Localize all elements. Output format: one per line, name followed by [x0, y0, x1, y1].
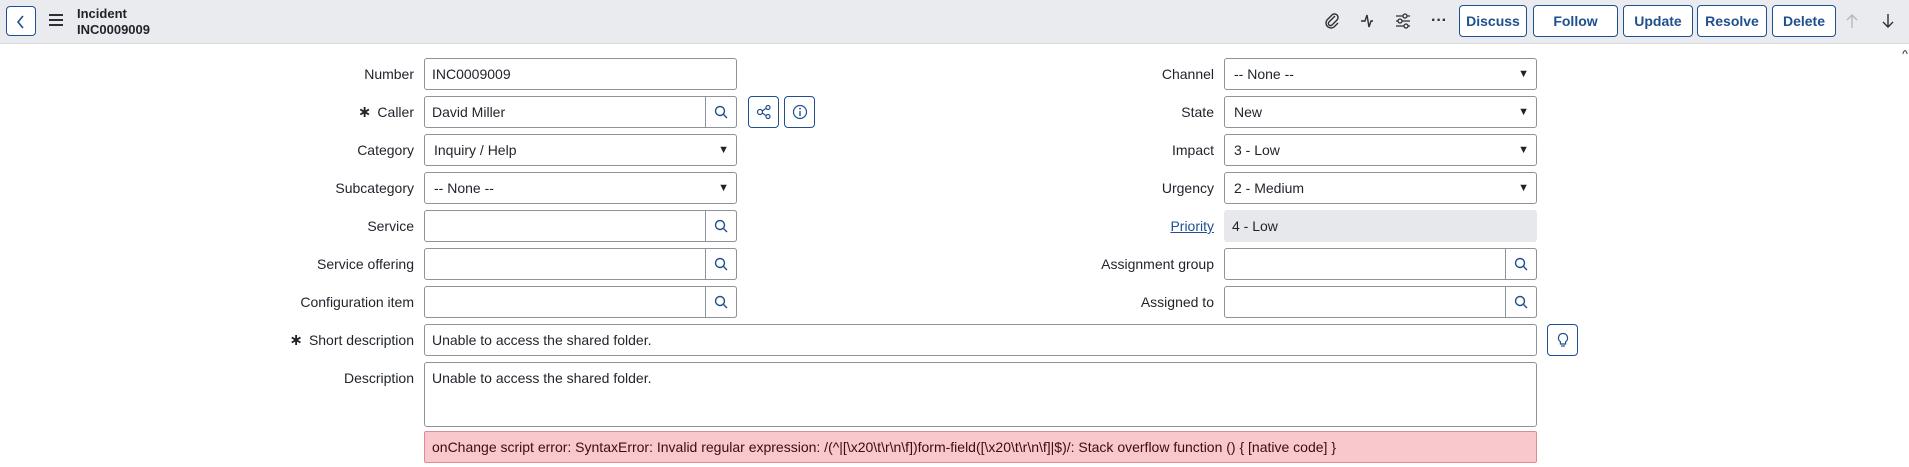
arrow-up-icon[interactable] [1841, 9, 1863, 33]
chevron-down-icon: ▼ [1518, 68, 1529, 80]
subcategory-select[interactable]: -- None -- ▼ [424, 172, 737, 204]
assignment-group-input[interactable] [1224, 248, 1537, 280]
category-select[interactable]: Inquiry / Help ▼ [424, 134, 737, 166]
search-icon [1514, 295, 1528, 309]
hamburger-menu-icon[interactable] [49, 12, 63, 28]
required-icon: ∗ [358, 104, 372, 121]
priority-label: Priority [1000, 210, 1214, 242]
service-lookup-button[interactable] [705, 210, 737, 242]
urgency-select[interactable]: 2 - Medium ▼ [1224, 172, 1537, 204]
chevron-down-icon: ▼ [718, 144, 729, 156]
assignment-group-label: Assignment group [1101, 256, 1214, 272]
chevron-down-icon: ▼ [718, 182, 729, 194]
number-label: Number [364, 66, 414, 82]
state-label: State [1181, 104, 1214, 120]
record-number: INC0009009 [77, 22, 150, 37]
suggestion-button[interactable] [1547, 324, 1578, 356]
script-error-message: onChange script error: SyntaxError: Inva… [424, 431, 1537, 463]
assigned-to-label: Assigned to [1140, 294, 1214, 310]
configuration-item-input[interactable] [424, 286, 737, 318]
tree-map-icon [756, 104, 771, 120]
info-icon [792, 104, 808, 120]
caller-lookup-button[interactable] [705, 96, 737, 128]
category-label: Category [357, 142, 414, 158]
vertical-scrollbar[interactable] [1901, 44, 1909, 467]
activity-icon[interactable] [1355, 9, 1379, 33]
impact-label: Impact [1171, 142, 1214, 158]
impact-select[interactable]: 3 - Low ▼ [1224, 134, 1537, 166]
service-label: Service [367, 218, 414, 234]
configuration-item-lookup-button[interactable] [705, 286, 737, 318]
search-icon [1514, 257, 1528, 271]
assigned-to-lookup-button[interactable] [1505, 286, 1537, 318]
scroll-indicator-icon [1902, 50, 1908, 55]
search-icon [714, 257, 728, 271]
urgency-label: Urgency [1161, 180, 1214, 196]
table-title: Incident [77, 6, 127, 21]
state-select[interactable]: New ▼ [1224, 96, 1537, 128]
configuration-item-label: Configuration item [300, 294, 414, 310]
required-icon: ∗ [289, 332, 303, 349]
paperclip-icon[interactable] [1320, 9, 1344, 33]
dependency-map-button[interactable] [748, 96, 779, 128]
follow-button[interactable]: Follow [1533, 5, 1618, 37]
short-description-input[interactable]: Unable to access the shared folder. [424, 324, 1537, 356]
form-header: Incident INC0009009 ··· Discuss Follow U… [0, 0, 1909, 44]
service-input[interactable] [424, 210, 737, 242]
service-offering-lookup-button[interactable] [705, 248, 737, 280]
settings-sliders-icon[interactable] [1391, 9, 1415, 33]
search-icon [714, 295, 728, 309]
assigned-to-input[interactable] [1224, 286, 1537, 318]
short-description-label: ∗ Short description [289, 332, 414, 349]
chevron-down-icon: ▼ [1518, 182, 1529, 194]
record-title: Incident INC0009009 [77, 6, 150, 38]
lightbulb-icon [1557, 332, 1569, 347]
assignment-group-lookup-button[interactable] [1505, 248, 1537, 280]
number-input[interactable]: INC0009009 [424, 58, 737, 90]
service-offering-label: Service offering [316, 256, 414, 272]
resolve-button[interactable]: Resolve [1697, 5, 1767, 37]
subcategory-label: Subcategory [335, 180, 414, 196]
caller-input[interactable]: David Miller [424, 96, 737, 128]
more-icon[interactable]: ··· [1427, 9, 1451, 33]
discuss-button[interactable]: Discuss [1459, 5, 1527, 37]
caller-info-button[interactable] [784, 96, 815, 128]
caller-label: ∗ Caller [358, 104, 414, 121]
channel-select[interactable]: -- None -- ▼ [1224, 58, 1537, 90]
chevron-down-icon: ▼ [1518, 106, 1529, 118]
description-label: Description [343, 370, 414, 386]
service-offering-input[interactable] [424, 248, 737, 280]
channel-label: Channel [1161, 66, 1214, 82]
delete-button[interactable]: Delete [1772, 5, 1836, 37]
back-button[interactable] [6, 6, 36, 36]
description-textarea[interactable]: Unable to access the shared folder. [424, 362, 1537, 427]
search-icon [714, 219, 728, 233]
priority-link[interactable]: Priority [1170, 218, 1214, 234]
priority-value: 4 - Low [1224, 210, 1537, 242]
update-button[interactable]: Update [1623, 5, 1693, 37]
arrow-down-icon[interactable] [1877, 9, 1899, 33]
search-icon [714, 105, 728, 119]
chevron-left-icon [16, 15, 24, 29]
chevron-down-icon: ▼ [1518, 144, 1529, 156]
